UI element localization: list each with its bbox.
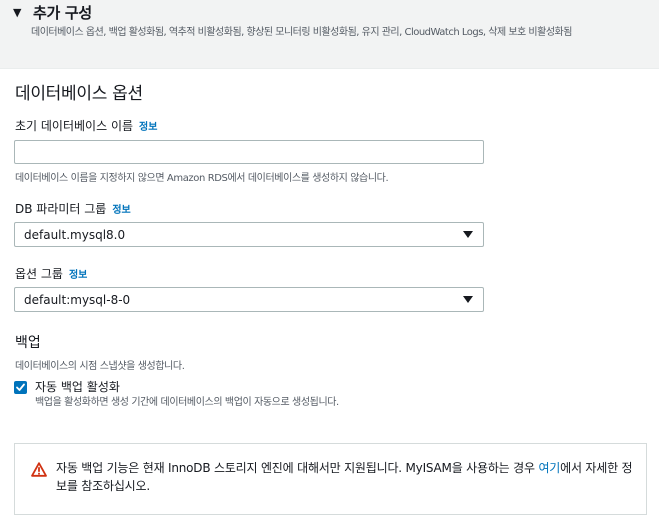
param-group-select[interactable]: default.mysql8.0 xyxy=(14,222,484,247)
db-options-title: 데이터베이스 옵션 xyxy=(15,84,143,104)
initial-db-name-input[interactable] xyxy=(14,140,484,164)
backup-description: 데이터베이스의 시점 스냅샷을 생성합니다. xyxy=(15,361,185,372)
param-group-value: default.mysql8.0 xyxy=(24,228,126,242)
initial-db-name-help: 데이터베이스 이름을 지정하지 않으면 Amazon RDS에서 데이터베이스를… xyxy=(15,173,389,184)
option-group-label: 옵션 그룹 정보 xyxy=(15,265,87,282)
option-group-value: default:mysql-8-0 xyxy=(24,293,131,307)
alert-text-before: 자동 백업 기능은 현재 InnoDB 스토리지 엔진에 대해서만 지원됩니다.… xyxy=(56,461,539,475)
auto-backup-description: 백업을 활성화하면 생성 기간에 데이터베이스의 백업이 자동으로 생성됩니다. xyxy=(35,397,339,408)
warning-icon xyxy=(31,462,47,477)
info-link[interactable]: 정보 xyxy=(139,122,157,133)
alert-link[interactable]: 여기 xyxy=(538,461,560,475)
info-link[interactable]: 정보 xyxy=(112,205,130,216)
dropdown-caret-icon xyxy=(463,296,473,303)
option-group-select[interactable]: default:mysql-8-0 xyxy=(14,287,484,312)
dropdown-caret-icon xyxy=(463,231,473,238)
info-link[interactable]: 정보 xyxy=(69,270,87,281)
param-group-label-text: DB 파라미터 그룹 xyxy=(15,202,107,216)
param-group-label: DB 파라미터 그룹 정보 xyxy=(15,200,131,217)
auto-backup-checkbox[interactable] xyxy=(14,381,27,394)
checkmark-icon xyxy=(16,383,25,391)
backup-title: 백업 xyxy=(15,335,41,351)
section-header-description: 데이터베이스 옵션, 백업 활성화됨, 역추적 비활성화됨, 향상된 모니터링 … xyxy=(31,27,572,38)
additional-config-header[interactable]: ▼ 추가 구성 데이터베이스 옵션, 백업 활성화됨, 역추적 비활성화됨, 향… xyxy=(0,0,659,69)
option-group-label-text: 옵션 그룹 xyxy=(15,267,63,281)
caret-down-icon[interactable]: ▼ xyxy=(13,6,21,19)
section-header-title: 추가 구성 xyxy=(33,4,92,22)
auto-backup-label[interactable]: 자동 백업 활성화 xyxy=(35,378,120,395)
alert-message: 자동 백업 기능은 현재 InnoDB 스토리지 엔진에 대해서만 지원됩니다.… xyxy=(56,459,636,495)
initial-db-name-label-text: 초기 데이터베이스 이름 xyxy=(15,119,134,133)
warning-alert: 자동 백업 기능은 현재 InnoDB 스토리지 엔진에 대해서만 지원됩니다.… xyxy=(14,443,647,515)
initial-db-name-label: 초기 데이터베이스 이름 정보 xyxy=(15,117,157,134)
